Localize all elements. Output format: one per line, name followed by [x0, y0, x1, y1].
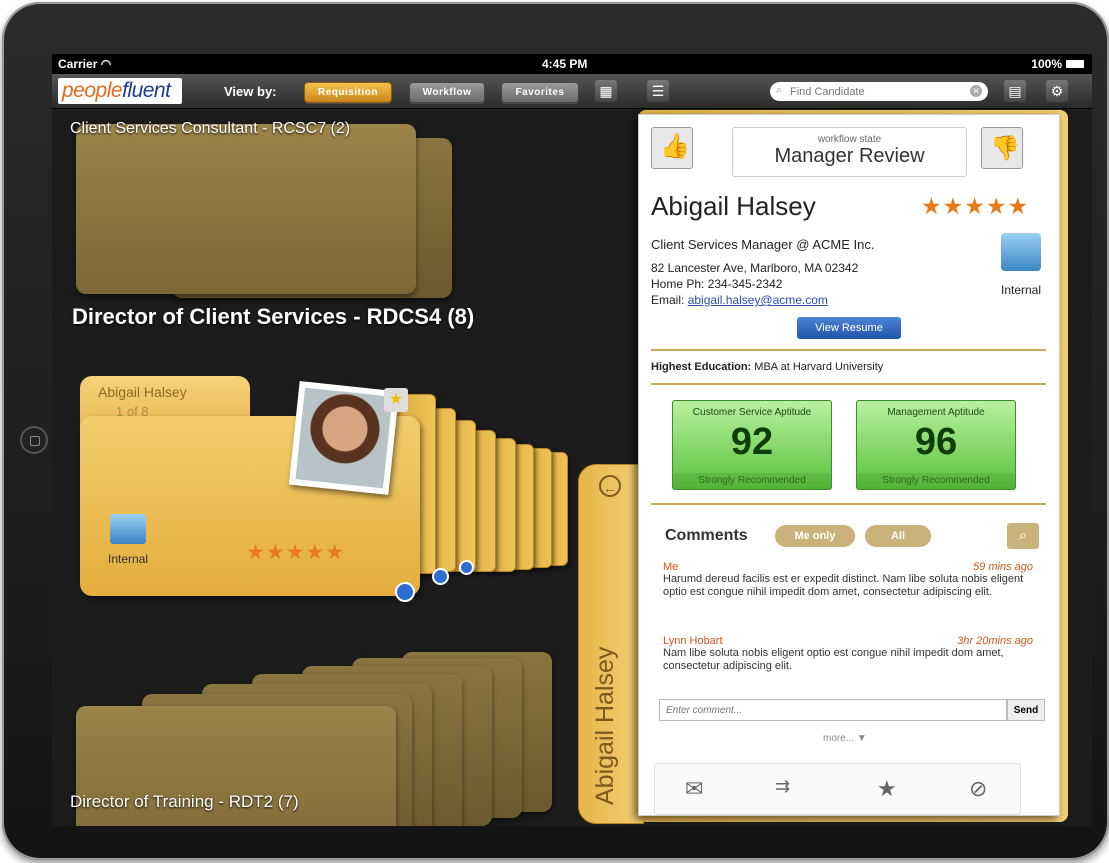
workflow-state-value: Manager Review	[774, 145, 925, 167]
search-box: ⌕ ✕	[770, 82, 988, 102]
internal-label: Internal	[108, 552, 149, 566]
comment-time: 59 mins ago	[973, 561, 1033, 573]
tab-workflow[interactable]: Workflow	[409, 82, 485, 103]
print-icon[interactable]: ▤	[1004, 80, 1026, 102]
detail-panel-spine[interactable]: ← Abigail Halsey	[578, 464, 644, 824]
view-resume-button[interactable]: View Resume	[797, 317, 901, 339]
comment-item: Me 59 mins ago Harumd dereud facilis est…	[663, 561, 1033, 599]
more-label: more...	[823, 733, 855, 744]
aptitude-title: Customer Service Aptitude	[692, 407, 812, 418]
education-label: Highest Education:	[651, 361, 752, 373]
page-dot-icon[interactable]	[395, 582, 415, 602]
candidate-rating-stars[interactable]: ★★★★★	[921, 193, 1029, 220]
internal-badge-icon	[110, 514, 146, 544]
status-bar: Carrier ◠ 4:45 PM 100%	[52, 54, 1092, 74]
spine-candidate-name: Abigail Halsey	[591, 646, 619, 805]
action-bar: ✉ ⇉ ★ ⊘	[654, 763, 1021, 815]
aptitude-score: 96	[914, 421, 958, 463]
app-screen: Carrier ◠ 4:45 PM 100% peoplefluent View…	[52, 54, 1092, 826]
group-title-rcsc7: Client Services Consultant - RCSC7 (2)	[70, 120, 351, 137]
block-icon[interactable]: ⊘	[969, 776, 987, 802]
comment-time: 3hr 20mins ago	[957, 635, 1033, 647]
thumbs-down-icon: 👎	[990, 135, 1020, 162]
aptitude-recommendation: Strongly Recommended	[857, 473, 1015, 489]
aptitude-title: Management Aptitude	[887, 407, 985, 418]
clear-search-icon[interactable]: ✕	[970, 85, 982, 97]
list-view-icon[interactable]: ☰	[647, 80, 669, 102]
workflow-state-box[interactable]: workflow state Manager Review	[732, 127, 967, 177]
divider	[651, 503, 1046, 505]
logo-text-fluent: fluent	[122, 79, 171, 102]
forward-candidate-icon[interactable]: ⇉	[775, 776, 790, 797]
aptitude-score: 92	[730, 421, 774, 463]
workflow-state-label: workflow state	[817, 134, 882, 145]
comments-heading: Comments	[665, 527, 748, 544]
comment-search-icon[interactable]: ⌕	[1007, 523, 1039, 549]
aptitude-recommendation: Strongly Recommended	[673, 473, 831, 489]
candidate-detail-panel: 👍 workflow state Manager Review 👎 Abigai…	[638, 114, 1060, 816]
rating-stars: ★★★★★	[246, 541, 346, 564]
email-icon[interactable]: ✉	[685, 776, 703, 802]
comment-input[interactable]	[659, 699, 1007, 721]
home-button[interactable]	[20, 426, 48, 454]
clock: 4:45 PM	[542, 57, 588, 71]
filter-me-only-button[interactable]: Me only	[775, 525, 855, 547]
settings-gear-icon[interactable]: ⚙	[1046, 80, 1068, 102]
send-comment-button[interactable]: Send	[1007, 699, 1045, 721]
email-link[interactable]: abigail.halsey@acme.com	[688, 293, 828, 307]
page-dot-icon[interactable]	[432, 568, 449, 585]
battery-icon	[1066, 60, 1084, 68]
tab-requisition[interactable]: Requisition	[304, 82, 392, 103]
folder-rcsc7[interactable]	[76, 124, 416, 294]
comment-item: Lynn Hobart 3hr 20mins ago Nam libe solu…	[663, 635, 1033, 673]
ipad-frame: Carrier ◠ 4:45 PM 100% peoplefluent View…	[2, 2, 1109, 860]
tab-favorites[interactable]: Favorites	[501, 82, 579, 103]
comment-text: Nam libe soluta nobis eligent optio est …	[663, 647, 1004, 672]
favorite-star-icon[interactable]: ★	[384, 388, 408, 412]
logo-text-people: people	[62, 79, 123, 102]
candidate-photo-image	[295, 387, 393, 489]
find-candidate-input[interactable]	[788, 82, 962, 102]
thumbs-down-button[interactable]: 👎	[981, 127, 1023, 169]
wifi-icon: ◠	[100, 57, 112, 71]
candidate-phone: Home Ph: 234-345-2342	[651, 277, 783, 291]
battery-label: 100%	[1031, 57, 1062, 71]
education-value: MBA at Harvard University	[754, 361, 884, 373]
email-label: Email:	[651, 293, 685, 307]
grid-view-icon[interactable]: ▦	[595, 80, 617, 102]
folder-candidate-name: Abigail Halsey	[98, 384, 187, 400]
divider	[651, 349, 1046, 351]
app-toolbar: peoplefluent View by: Requisition Workfl…	[52, 74, 1092, 109]
page-dot-icon[interactable]	[459, 560, 474, 575]
more-comments-link[interactable]: more... ▼	[823, 733, 867, 744]
aptitude-card-management: Management Aptitude 96 Strongly Recommen…	[856, 400, 1016, 490]
group-title-rdcs4: Director of Client Services - RDCS4 (8)	[72, 304, 475, 329]
thumbs-up-icon: 👍	[660, 133, 690, 160]
divider	[651, 383, 1046, 385]
group-title-rdt2: Director of Training - RDT2 (7)	[70, 792, 299, 811]
chevron-down-icon: ▼	[856, 733, 867, 744]
back-arrow-icon[interactable]: ←	[599, 475, 621, 497]
view-by-label: View by:	[224, 84, 277, 99]
candidate-name: Abigail Halsey	[651, 191, 816, 221]
aptitude-card-customer-service: Customer Service Aptitude 92 Strongly Re…	[672, 400, 832, 490]
favorite-star-icon[interactable]: ★	[877, 776, 897, 802]
internal-label: Internal	[1001, 283, 1042, 297]
filter-all-button[interactable]: All	[865, 525, 931, 547]
peoplefluent-logo: peoplefluent	[58, 78, 182, 104]
candidate-address: 82 Lancester Ave, Marlboro, MA 02342	[651, 261, 859, 275]
internal-badge-icon	[1001, 233, 1041, 271]
thumbs-up-button[interactable]: 👍	[651, 127, 693, 169]
comment-text: Harumd dereud facilis est er expedit dis…	[663, 573, 1024, 598]
candidate-title: Client Services Manager @ ACME Inc.	[651, 237, 875, 252]
search-icon: ⌕	[776, 84, 783, 96]
carrier-label: Carrier	[58, 57, 98, 71]
candidate-photo	[288, 381, 400, 495]
